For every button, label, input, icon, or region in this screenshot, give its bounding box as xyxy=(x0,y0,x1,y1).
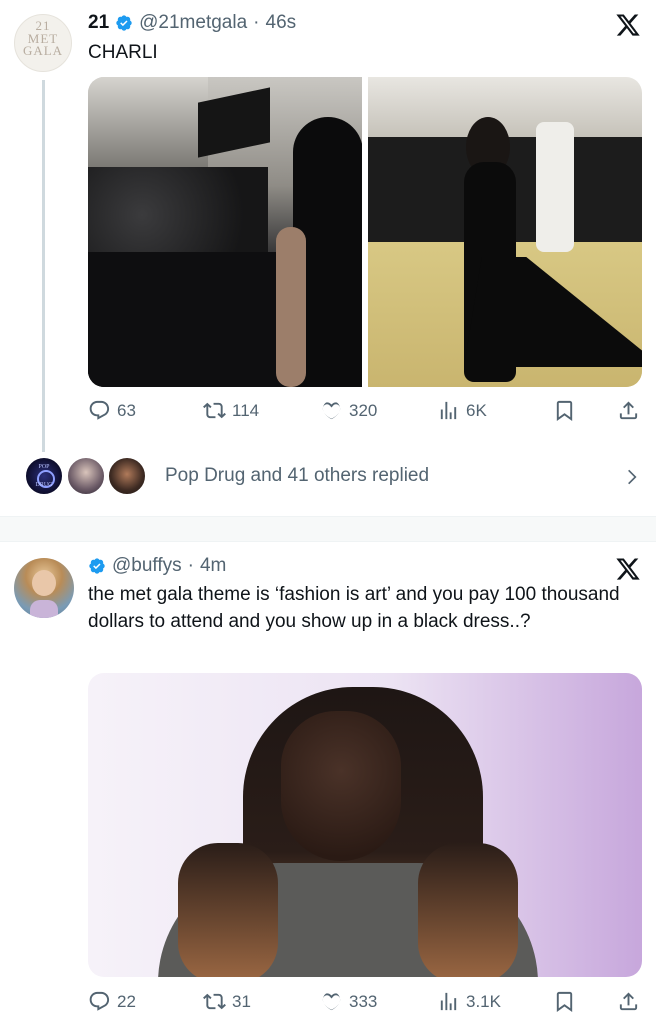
chevron-right-icon xyxy=(628,469,637,485)
x-logo-icon[interactable] xyxy=(615,556,641,582)
retweet-button[interactable]: 31 xyxy=(203,990,251,1013)
share-icon[interactable] xyxy=(617,399,640,422)
views-button[interactable]: 6K xyxy=(437,399,487,422)
like-count: 320 xyxy=(349,400,378,420)
views-count: 6K xyxy=(466,400,487,420)
media-image[interactable] xyxy=(88,673,642,977)
handle[interactable]: @21metgala xyxy=(139,12,247,34)
timestamp[interactable]: 46s xyxy=(266,12,297,34)
tweet-header: 21 @21metgala · 46s xyxy=(88,12,296,34)
reply-button[interactable]: 63 xyxy=(88,399,136,422)
bookmark-icon[interactable] xyxy=(553,399,576,422)
media-image-right[interactable] xyxy=(368,77,642,387)
share-icon[interactable] xyxy=(617,990,640,1013)
replied-summary: Pop Drug and 41 others replied xyxy=(165,465,430,486)
avatar-text-line: GALA xyxy=(22,43,64,58)
heart-icon xyxy=(322,402,341,420)
section-divider xyxy=(0,516,656,542)
bookmark-icon[interactable] xyxy=(553,990,576,1013)
retweet-button[interactable]: 114 xyxy=(203,399,259,422)
reply-count: 63 xyxy=(117,400,136,420)
avatar[interactable]: 21 MET GALA xyxy=(14,14,72,72)
reply-button[interactable]: 22 xyxy=(88,990,136,1013)
verified-badge-icon xyxy=(89,558,105,574)
avatar[interactable] xyxy=(14,558,74,618)
x-logo-icon[interactable] xyxy=(615,12,641,38)
media-grid[interactable] xyxy=(88,77,642,387)
timestamp[interactable]: 4m xyxy=(200,555,226,577)
reply-avatar-text: DRUG xyxy=(35,482,53,488)
tweet-text: the met gala theme is ‘fashion is art’ a… xyxy=(88,584,620,632)
media-image-left[interactable] xyxy=(88,77,362,387)
verified-badge-icon xyxy=(116,15,132,31)
replies-preview[interactable]: POP DRUG Pop Drug and 41 others replied xyxy=(0,452,656,500)
views-button[interactable]: 3.1K xyxy=(437,990,501,1013)
reply-icon xyxy=(89,991,110,1011)
retweet-icon xyxy=(203,993,226,1010)
like-button[interactable]: 333 xyxy=(320,990,377,1013)
tweet-header: @buffys · 4m xyxy=(88,555,226,577)
reply-count: 22 xyxy=(117,991,136,1011)
reply-avatar: POP DRUG xyxy=(24,456,64,496)
reply-avatar xyxy=(107,456,147,496)
separator: · xyxy=(253,12,260,33)
heart-icon xyxy=(322,993,341,1011)
views-icon xyxy=(440,992,457,1011)
views-count: 3.1K xyxy=(466,991,501,1011)
like-count: 333 xyxy=(349,991,378,1011)
display-name[interactable]: 21 xyxy=(88,12,109,34)
thread-line xyxy=(42,80,45,452)
views-icon xyxy=(440,401,457,420)
reply-avatar xyxy=(66,456,106,496)
handle[interactable]: @buffys xyxy=(112,555,182,577)
like-button[interactable]: 320 xyxy=(320,399,377,422)
retweet-count: 31 xyxy=(232,991,251,1011)
separator: · xyxy=(187,555,194,576)
tweet-text: CHARLI xyxy=(88,42,158,63)
retweet-icon xyxy=(203,402,226,419)
reply-icon xyxy=(89,400,110,420)
retweet-count: 114 xyxy=(232,400,260,420)
